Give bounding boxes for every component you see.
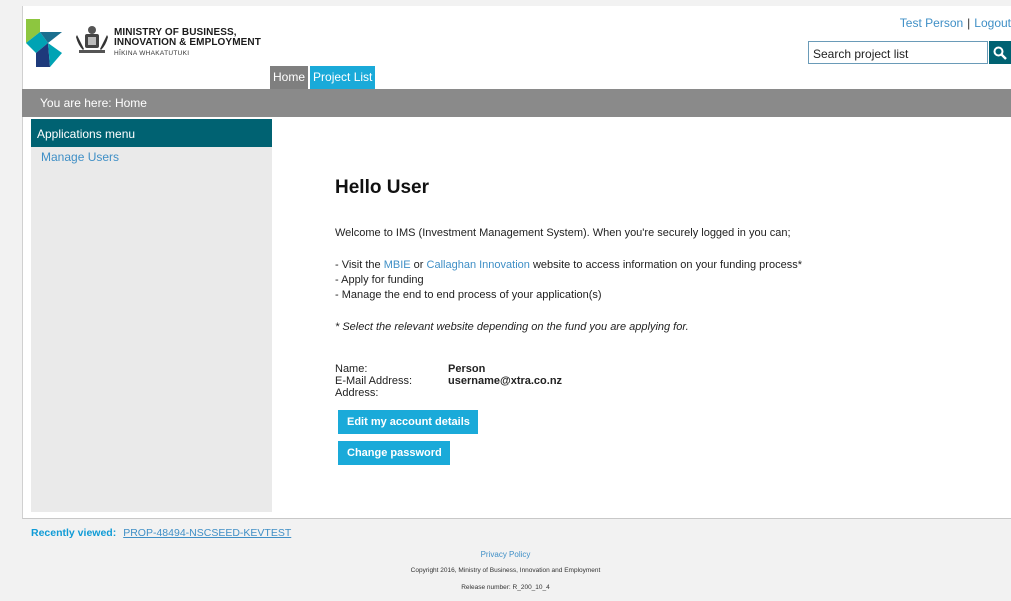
- detail-row-email: E-Mail Address: username@xtra.co.nz: [335, 375, 995, 387]
- edit-account-details-button[interactable]: Edit my account details: [338, 410, 478, 434]
- sidebar-item-manage-users[interactable]: Manage Users: [31, 147, 272, 164]
- mbie-link[interactable]: MBIE: [384, 259, 411, 271]
- user-name-link[interactable]: Test Person: [900, 16, 963, 30]
- detail-value-email: username@xtra.co.nz: [448, 375, 563, 387]
- bullet-visit-post: website to access information on your fu…: [529, 259, 802, 271]
- user-links-separator: |: [967, 16, 971, 30]
- page-title: Hello User: [335, 177, 429, 198]
- ministry-line2: INNOVATION & EMPLOYMENT: [114, 37, 261, 48]
- bullet-visit-pre: - Visit the: [335, 259, 384, 271]
- callaghan-innovation-link[interactable]: Callaghan Innovation: [427, 259, 530, 271]
- account-details: Name: Person E-Mail Address: username@xt…: [335, 363, 995, 399]
- ministry-line3: HĪKINA WHAKATUTUKI: [114, 50, 190, 57]
- detail-label-address: Address:: [335, 387, 379, 399]
- recently-viewed-label: Recently viewed:: [31, 527, 117, 539]
- main-tabs: Home Project List: [270, 66, 376, 89]
- applications-menu-heading: Applications menu: [31, 119, 272, 147]
- logout-link[interactable]: Logout: [974, 16, 1011, 30]
- change-password-button[interactable]: Change password: [338, 441, 450, 465]
- detail-value-name: Person: [448, 363, 486, 375]
- search-input[interactable]: Search project list: [808, 41, 988, 64]
- recently-viewed-link[interactable]: PROP-48494-NSCSEED-KEVTEST: [123, 527, 291, 539]
- detail-row-name: Name: Person: [335, 363, 995, 375]
- release-number: Release number: R_200_10_4: [461, 584, 550, 591]
- privacy-policy-link[interactable]: Privacy Policy: [0, 550, 1011, 559]
- search-box: Search project list: [808, 41, 1011, 64]
- welcome-text: Welcome to IMS (Investment Management Sy…: [335, 227, 791, 239]
- fund-note: * Select the relevant website depending …: [335, 321, 689, 333]
- detail-label-email: E-Mail Address:: [335, 375, 413, 387]
- copyright-text: Copyright 2016, Ministry of Business, In…: [410, 567, 601, 574]
- bullet-visit-mid: or: [410, 259, 427, 271]
- recently-viewed: Recently viewed: PROP-48494-NSCSEED-KEVTE…: [31, 527, 291, 539]
- tab-home[interactable]: Home: [270, 66, 309, 89]
- tab-project-list[interactable]: Project List: [310, 66, 376, 89]
- search-icon: [993, 46, 1007, 60]
- main-content: Hello User Welcome to IMS (Investment Ma…: [335, 177, 995, 399]
- search-button[interactable]: [989, 41, 1011, 64]
- detail-label-name: Name:: [335, 363, 368, 375]
- bullet-visit: - Visit the MBIE or Callaghan Innovation…: [335, 258, 995, 273]
- detail-row-address: Address:: [335, 387, 995, 399]
- bullet-apply: - Apply for funding: [335, 274, 424, 286]
- bullet-manage: - Manage the end to end process of your …: [335, 289, 602, 301]
- ministry-name: MINISTRY OF BUSINESS, INNOVATION & EMPLO…: [114, 28, 261, 59]
- sidebar: Applications menu Manage Users: [31, 119, 272, 512]
- mbie-logo: [26, 19, 62, 67]
- breadcrumb: You are here: Home: [22, 89, 1011, 117]
- user-links: Test Person | Logout: [900, 16, 1011, 30]
- coat-of-arms-icon: [76, 26, 108, 53]
